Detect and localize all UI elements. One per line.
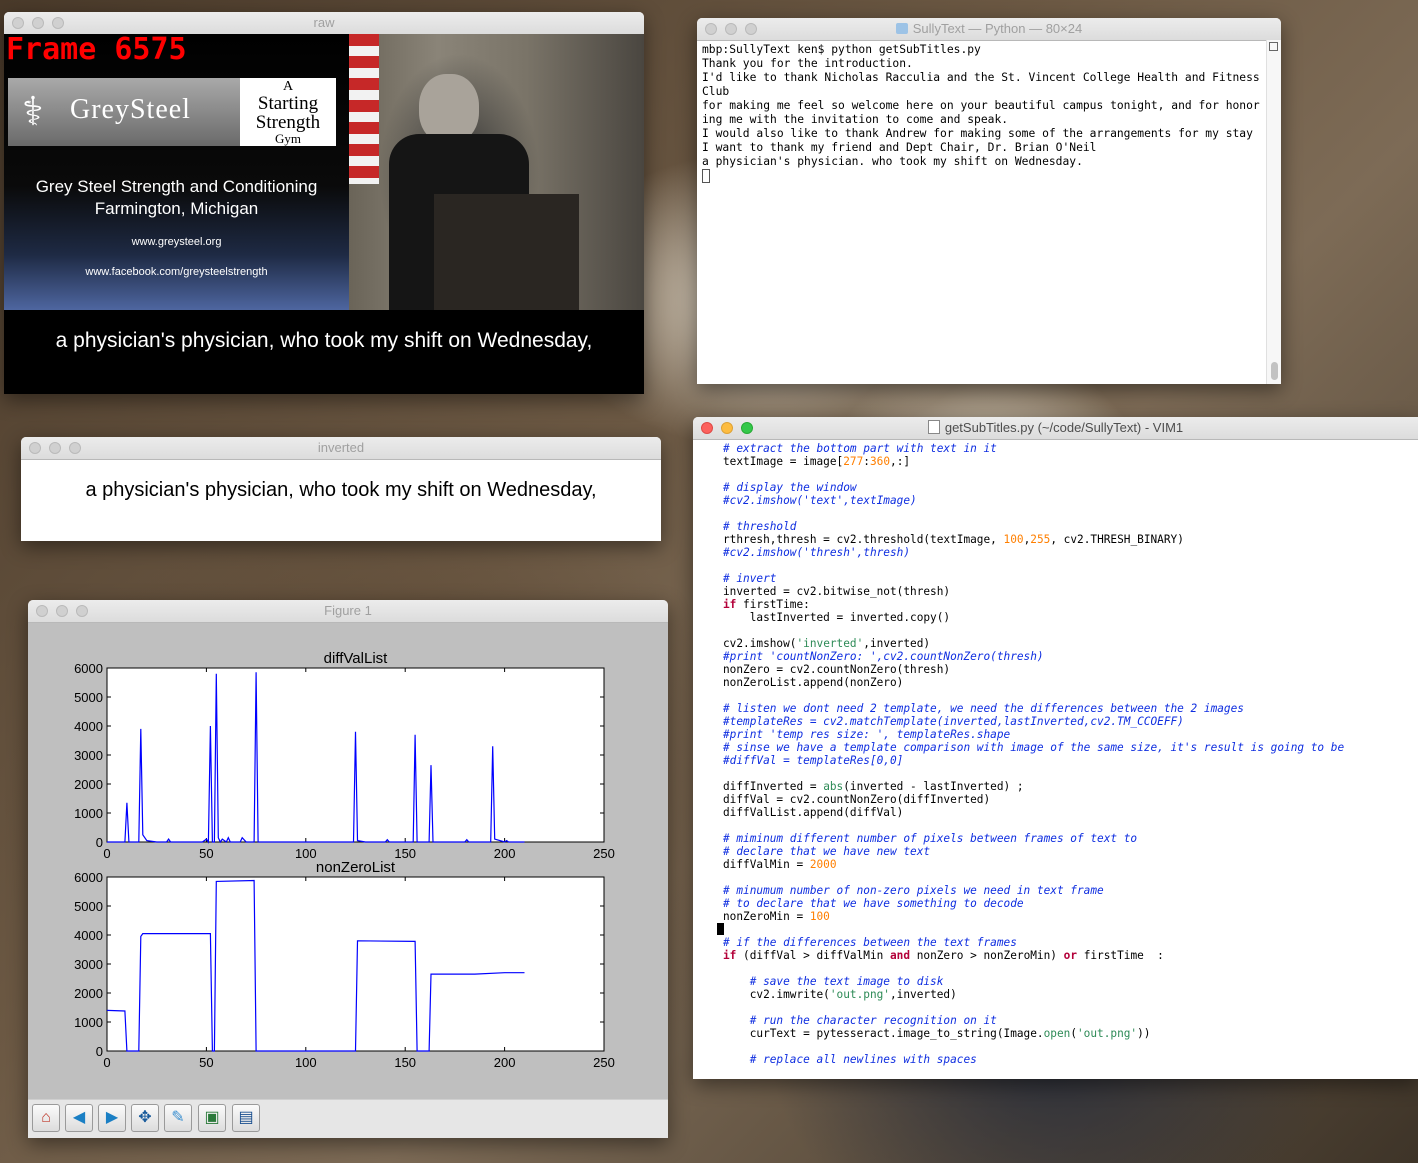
minimize-button[interactable] <box>32 17 44 29</box>
window-title: inverted <box>317 440 365 455</box>
y-tick-label: 4000 <box>74 719 103 734</box>
window-title: SullyText — Python — 80×24 <box>912 21 1083 36</box>
close-button[interactable] <box>12 17 24 29</box>
slide-url-1: www.greysteel.org <box>131 236 222 248</box>
x-tick-label: 200 <box>494 846 516 861</box>
y-tick-label: 1000 <box>74 1015 103 1030</box>
close-button[interactable] <box>705 23 717 35</box>
minimize-button[interactable] <box>721 422 733 434</box>
y-tick-label: 1000 <box>74 806 103 821</box>
terminal-titlebar[interactable]: SullyText — Python — 80×24 <box>697 18 1281 41</box>
close-button[interactable] <box>701 422 713 434</box>
minimize-button[interactable] <box>725 23 737 35</box>
x-tick-label: 250 <box>593 846 615 861</box>
slide-url-2: www.facebook.com/greysteelstrength <box>85 266 268 278</box>
vim-window: getSubTitles.py (~/code/SullyText) - VIM… <box>693 417 1418 1079</box>
y-tick-label: 2000 <box>74 777 103 792</box>
minimize-button[interactable] <box>49 442 61 454</box>
figure-canvas: diffValList0 50 100 150 200 25001000200030004… <box>74 650 615 1070</box>
y-tick-label: 4000 <box>74 928 103 943</box>
x-tick-label: 200 <box>494 1055 516 1070</box>
y-tick-label: 3000 <box>74 957 103 972</box>
y-tick-label: 6000 <box>74 870 103 885</box>
x-tick-label: 50 <box>199 846 213 861</box>
inverted-window: inverted a physician's physician, who to… <box>21 437 661 541</box>
starting-strength-logo: A Starting Strength Gym <box>240 78 336 146</box>
speaker-image <box>349 34 644 310</box>
x-tick-label: 100 <box>295 846 317 861</box>
zoom-button[interactable] <box>69 442 81 454</box>
slide-heading: Grey Steel Strength and Conditioning Far… <box>35 177 318 218</box>
back-icon[interactable]: ◀ <box>65 1104 93 1132</box>
window-title: getSubTitles.py (~/code/SullyText) - VIM… <box>944 420 1184 435</box>
subtitle-text: a physician's physician, who took my shi… <box>4 310 644 394</box>
home-icon[interactable]: ⌂ <box>32 1104 60 1132</box>
folder-icon <box>895 23 908 34</box>
window-title: raw <box>313 15 335 30</box>
terminal-window: SullyText — Python — 80×24 mbp:SullyText… <box>697 18 1281 384</box>
x-tick-label: 0 <box>103 846 110 861</box>
code-editor[interactable]: # extract the bottom part with text in i… <box>693 439 1418 1079</box>
vim-cursor <box>717 923 724 935</box>
window-title: Figure 1 <box>324 603 372 618</box>
frame-counter: Frame 6575 <box>6 32 187 67</box>
close-button[interactable] <box>36 605 48 617</box>
plot-title-2: nonZeroList <box>316 859 396 876</box>
zoom-icon[interactable]: ▣ <box>198 1104 226 1132</box>
scroll-menu-icon[interactable] <box>1269 42 1278 51</box>
y-tick-label: 6000 <box>74 661 103 676</box>
save-icon[interactable]: ▤ <box>232 1104 260 1132</box>
podium <box>434 194 579 310</box>
x-tick-label: 250 <box>593 1055 615 1070</box>
zoom-button[interactable] <box>76 605 88 617</box>
logo-text: GreySteel <box>70 94 191 125</box>
scroll-thumb[interactable] <box>1271 362 1278 380</box>
document-icon <box>927 420 940 434</box>
figure-window: Figure 1 diffValList 0 50 100 150 200 250 0 1000… <box>28 600 668 1138</box>
zoom-button[interactable] <box>741 422 753 434</box>
figure-titlebar[interactable]: Figure 1 <box>28 600 668 623</box>
x-tick-label: 50 <box>199 1055 213 1070</box>
x-tick-label: 150 <box>394 1055 416 1070</box>
close-button[interactable] <box>29 442 41 454</box>
zoom-button[interactable] <box>745 23 757 35</box>
zoom-button[interactable] <box>52 17 64 29</box>
raw-window: raw ⚕ GreySteel A Starting Strength Gym … <box>4 12 644 394</box>
y-tick-label: 0 <box>96 835 103 850</box>
vim-titlebar[interactable]: getSubTitles.py (~/code/SullyText) - VIM… <box>693 417 1418 440</box>
pan-icon[interactable]: ✥ <box>131 1104 159 1132</box>
terminal-cursor <box>702 169 710 183</box>
x-tick-label: 0 <box>103 1055 110 1070</box>
terminal-scrollbar[interactable] <box>1266 40 1281 384</box>
plot-title-1: diffValList <box>324 650 388 667</box>
matplotlib-toolbar: ⌂ ◀ ▶ ✥ ✎ ▣ ▤ <box>28 1099 668 1138</box>
minimize-button[interactable] <box>56 605 68 617</box>
terminal-output[interactable]: mbp:SullyText ken$ python getSubTitles.p… <box>697 40 1266 384</box>
caduceus-icon: ⚕ <box>22 90 44 134</box>
y-tick-label: 5000 <box>74 899 103 914</box>
x-tick-label: 150 <box>394 846 416 861</box>
video-frame: ⚕ GreySteel A Starting Strength Gym Grey… <box>4 32 644 310</box>
forward-icon[interactable]: ▶ <box>98 1104 126 1132</box>
y-tick-label: 2000 <box>74 986 103 1001</box>
flag <box>349 34 379 184</box>
x-tick-label: 100 <box>295 1055 317 1070</box>
y-tick-label: 0 <box>96 1044 103 1059</box>
y-tick-label: 5000 <box>74 690 103 705</box>
inverted-titlebar[interactable]: inverted <box>21 437 661 460</box>
inverted-text: a physician's physician, who took my shi… <box>85 479 597 501</box>
configure-icon[interactable]: ✎ <box>164 1104 192 1132</box>
y-tick-label: 3000 <box>74 748 103 763</box>
slide-image: ⚕ GreySteel A Starting Strength Gym Grey… <box>4 34 349 310</box>
greysteel-logo: ⚕ GreySteel <box>8 78 241 146</box>
